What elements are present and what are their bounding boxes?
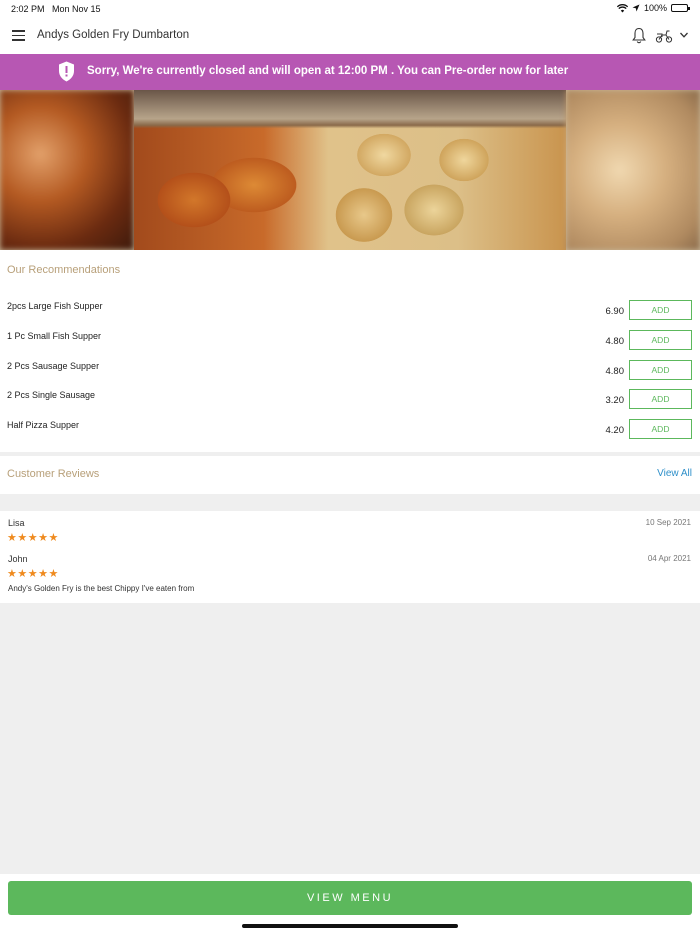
reviews-list: Lisa 10 Sep 2021 ★★★★★ John 04 Apr 2021 … [0,511,700,603]
star-rating: ★★★★★ [7,532,59,544]
reviewer-name: Lisa [8,518,25,528]
list-item: Half Pizza Supper 4.20 ADD [0,419,700,441]
hero-food-image [0,90,700,250]
recommendations-title: Our Recommendations [7,264,121,276]
add-button[interactable]: ADD [629,330,692,350]
shield-alert-icon [59,61,74,82]
status-time: 2:02 PM [11,4,45,14]
hero-blur-left [0,90,134,250]
chevron-down-icon[interactable] [679,30,689,40]
add-button[interactable]: ADD [629,419,692,439]
item-price: 4.20 [605,425,625,436]
battery-percent: 100% [643,3,667,13]
reviews-title: Customer Reviews [7,468,100,480]
review-date: 10 Sep 2021 [645,518,691,527]
item-price: 4.80 [605,336,625,347]
add-button[interactable]: ADD [629,389,692,409]
footer-bar: VIEW MENU [0,874,700,934]
list-item: 2 Pcs Sausage Supper 4.80 ADD [0,360,700,382]
item-price: 6.90 [605,306,625,317]
status-date: Mon Nov 15 [52,4,101,14]
item-name: 1 Pc Small Fish Supper [7,331,102,341]
review-text: Andy's Golden Fry is the best Chippy I'v… [8,584,195,593]
list-item: 2pcs Large Fish Supper 6.90 ADD [0,300,700,322]
hamburger-menu-icon[interactable] [12,30,25,41]
item-name: 2 Pcs Single Sausage [7,390,96,400]
restaurant-title: Andys Golden Fry Dumbarton [37,29,190,41]
view-all-link[interactable]: View All [657,468,692,479]
battery-icon [671,4,690,12]
delivery-scooter-icon[interactable] [655,29,673,43]
closed-message: Sorry, We're currently closed and will o… [87,65,569,77]
bell-icon[interactable] [632,27,646,44]
home-indicator [242,924,458,928]
list-item: 1 Pc Small Fish Supper 4.80 ADD [0,330,700,352]
closed-banner: Sorry, We're currently closed and will o… [0,54,700,90]
hero-food-photo [134,90,566,250]
item-name: 2 Pcs Sausage Supper [7,361,100,371]
status-bar: 2:02 PM Mon Nov 15 100% [0,0,700,18]
add-button[interactable]: ADD [629,300,692,320]
location-arrow-icon [632,4,640,12]
item-price: 4.80 [605,366,625,377]
reviews-header: Customer Reviews View All [0,456,700,494]
star-rating: ★★★★★ [7,568,59,580]
review-date: 04 Apr 2021 [647,554,691,563]
status-indicators: 100% [616,3,690,13]
recommendations-section: Our Recommendations 2pcs Large Fish Supp… [0,250,700,452]
item-price: 3.20 [605,395,625,406]
hero-blur-right [566,90,700,250]
item-name: 2pcs Large Fish Supper [7,301,103,311]
wifi-icon [616,3,628,12]
list-item: 2 Pcs Single Sausage 3.20 ADD [0,389,700,411]
add-button[interactable]: ADD [629,360,692,380]
reviewer-name: John [8,554,28,564]
app-header: Andys Golden Fry Dumbarton [0,18,700,54]
view-menu-button[interactable]: VIEW MENU [8,881,692,915]
item-name: Half Pizza Supper [7,420,80,430]
